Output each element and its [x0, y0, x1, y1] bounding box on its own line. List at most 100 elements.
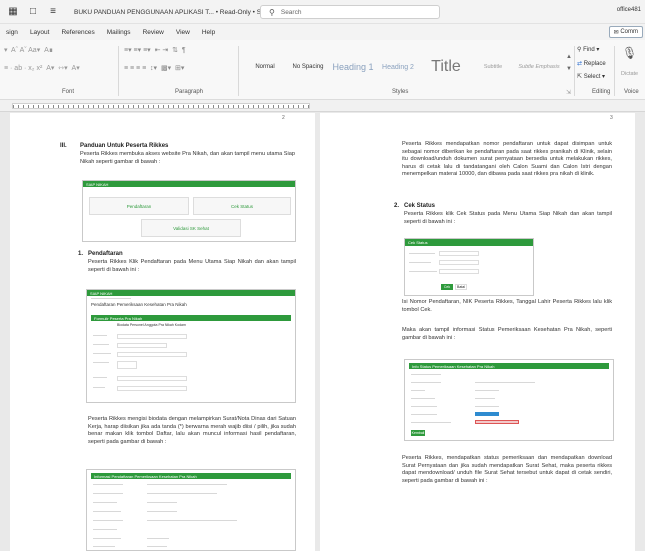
ruler-tick — [113, 105, 114, 108]
ruler-tick — [163, 105, 164, 108]
right-paragraph-3: Maka akan tampil informasi Status Pemeri… — [402, 327, 612, 341]
menu-design[interactable]: sign — [0, 29, 24, 36]
mini-row — [411, 406, 437, 407]
ruler-tick — [118, 105, 119, 108]
ruler-tick — [258, 105, 259, 108]
style-no-spacing[interactable]: No Spacing — [287, 56, 329, 78]
replace-button[interactable]: ⇄ Replace — [577, 60, 606, 67]
mini-row — [147, 484, 227, 485]
comment-icon: ✉ — [613, 29, 621, 36]
horizontal-ruler[interactable] — [0, 100, 645, 112]
mini-row — [411, 390, 425, 391]
mini-row — [93, 502, 117, 503]
mini-row — [93, 546, 115, 547]
ruler-track[interactable] — [12, 103, 310, 109]
menu-mailings[interactable]: Mailings — [101, 29, 137, 36]
menu-screenshot: SIAP NIKAH Pendaftaran Cek Status Valida… — [82, 180, 296, 242]
ruler-tick — [88, 105, 89, 108]
divider — [574, 46, 575, 96]
document-title[interactable]: BUKU PANDUAN PENGGUNAAN APLIKASI T... • … — [74, 8, 282, 16]
editing-group-label: Editing — [592, 89, 611, 95]
paragraph-controls-row-2[interactable]: ≡ ≡ ≡ ≡ ↕▾ ▩▾ ⊞▾ — [124, 64, 184, 72]
right-paragraph-4: Peserta Rikkes, mendapatkan status pemer… — [402, 455, 612, 484]
divider — [614, 46, 615, 96]
info-screenshot: Informasi Pendaftaran Pemeriksaan Keseha… — [86, 469, 296, 551]
paragraph-controls-row-1[interactable]: ≡▾ ≡▾ ≡▾ ⇤ ⇥ ⇅ ¶ — [124, 46, 186, 54]
ruler-tick — [78, 105, 79, 108]
ruler-tick — [278, 105, 279, 108]
new-document-icon[interactable]: □ — [26, 5, 40, 19]
customize-toolbar-icon[interactable]: ≡ — [46, 5, 60, 19]
mini-row — [411, 374, 441, 375]
page-number-right: 3 — [610, 115, 613, 121]
styles-scroll-up[interactable]: ▲ — [566, 54, 572, 60]
mini-row — [93, 484, 123, 485]
right-page[interactable]: Peserta Rikkes mendapatkan nomor pendaft… — [320, 123, 635, 551]
menu-layout[interactable]: Layout — [24, 29, 56, 36]
ruler-tick — [43, 105, 44, 108]
ruler-tick — [238, 105, 239, 108]
search-box[interactable]: ⚲ Search — [260, 5, 440, 19]
menu-view[interactable]: View — [170, 29, 196, 36]
mini-validasi-tile: Validasi SK Sehat — [141, 219, 241, 237]
cek-status-screenshot: Cek Status Cek Batal — [404, 238, 534, 296]
mini-header-bar: Informasi Pendaftaran Pemeriksaan Keseha… — [91, 473, 291, 479]
ruler-tick — [138, 105, 139, 108]
mini-row — [93, 538, 121, 539]
style-heading-2[interactable]: Heading 2 — [377, 56, 419, 78]
microphone-icon[interactable]: 🎙 — [622, 46, 637, 60]
mini-cek-button: Cek — [441, 284, 453, 290]
menu-references[interactable]: References — [55, 29, 100, 36]
font-controls-row-2[interactable]: ≡ · ab · x₂ x² A▾ ⇿▾ A▾ — [4, 64, 80, 72]
save-icon[interactable]: ▦ — [6, 5, 20, 19]
ruler-tick — [293, 105, 294, 108]
select-button[interactable]: ⇱ Select ▾ — [577, 73, 605, 80]
user-account[interactable]: office481 — [617, 7, 641, 13]
menu-review[interactable]: Review — [137, 29, 170, 36]
divider — [238, 46, 239, 96]
ruler-tick — [193, 105, 194, 108]
left-page[interactable]: III. Panduan Untuk Peserta Rikkes Pesert… — [10, 123, 315, 551]
menu-bar: sign Layout References Mailings Review V… — [0, 24, 645, 40]
styles-scroll-down[interactable]: ▼ — [566, 66, 572, 72]
mini-row — [93, 511, 121, 512]
mini-radio — [117, 361, 137, 369]
ruler-tick — [248, 105, 249, 108]
mini-label-line — [93, 387, 105, 388]
left-page-top: 2 — [10, 113, 315, 123]
mini-label-line — [93, 335, 107, 336]
style-normal[interactable]: Normal — [244, 56, 286, 78]
paragraph-group-label: Paragraph — [175, 89, 204, 95]
mini-row — [147, 520, 237, 521]
mini-input — [117, 352, 187, 357]
ruler-tick — [48, 105, 49, 108]
style-subtitle[interactable]: Subtitle — [473, 56, 513, 78]
mini-label-line — [93, 344, 109, 345]
ruler-tick — [133, 105, 134, 108]
ruler-tick — [243, 105, 244, 108]
ruler-tick — [178, 105, 179, 108]
mini-input — [117, 376, 187, 381]
section-number: III. — [60, 143, 67, 149]
find-button[interactable]: ⚲ Find ▾ — [577, 46, 599, 53]
ruler-tick — [198, 105, 199, 108]
style-heading-1[interactable]: Heading 1 — [330, 56, 376, 78]
ruler-tick — [208, 105, 209, 108]
select-label: Select — [583, 74, 601, 80]
ruler-tick — [203, 105, 204, 108]
replace-icon: ⇄ — [577, 61, 583, 67]
ribbon: ▾ Aˆ Aˇ Aa▾ A∎ ≡ · ab · x₂ x² A▾ ⇿▾ A▾ F… — [0, 40, 645, 100]
font-controls-row-1[interactable]: ▾ Aˆ Aˇ Aa▾ A∎ — [4, 46, 53, 54]
mini-row — [411, 398, 435, 399]
menu-help[interactable]: Help — [196, 29, 221, 36]
ruler-tick — [223, 105, 224, 108]
ruler-tick — [218, 105, 219, 108]
style-subtle-emphasis[interactable]: Subtle Emphasis — [514, 56, 564, 78]
styles-pane-icon[interactable]: ⇲ — [566, 89, 571, 96]
dictate-label[interactable]: Dictate — [621, 71, 638, 77]
style-title[interactable]: Title — [420, 56, 472, 78]
voice-group-label: Voice — [624, 89, 639, 95]
comments-button[interactable]: ✉ Comm — [608, 26, 643, 38]
mini-row — [411, 422, 451, 423]
ruler-tick — [308, 105, 309, 108]
